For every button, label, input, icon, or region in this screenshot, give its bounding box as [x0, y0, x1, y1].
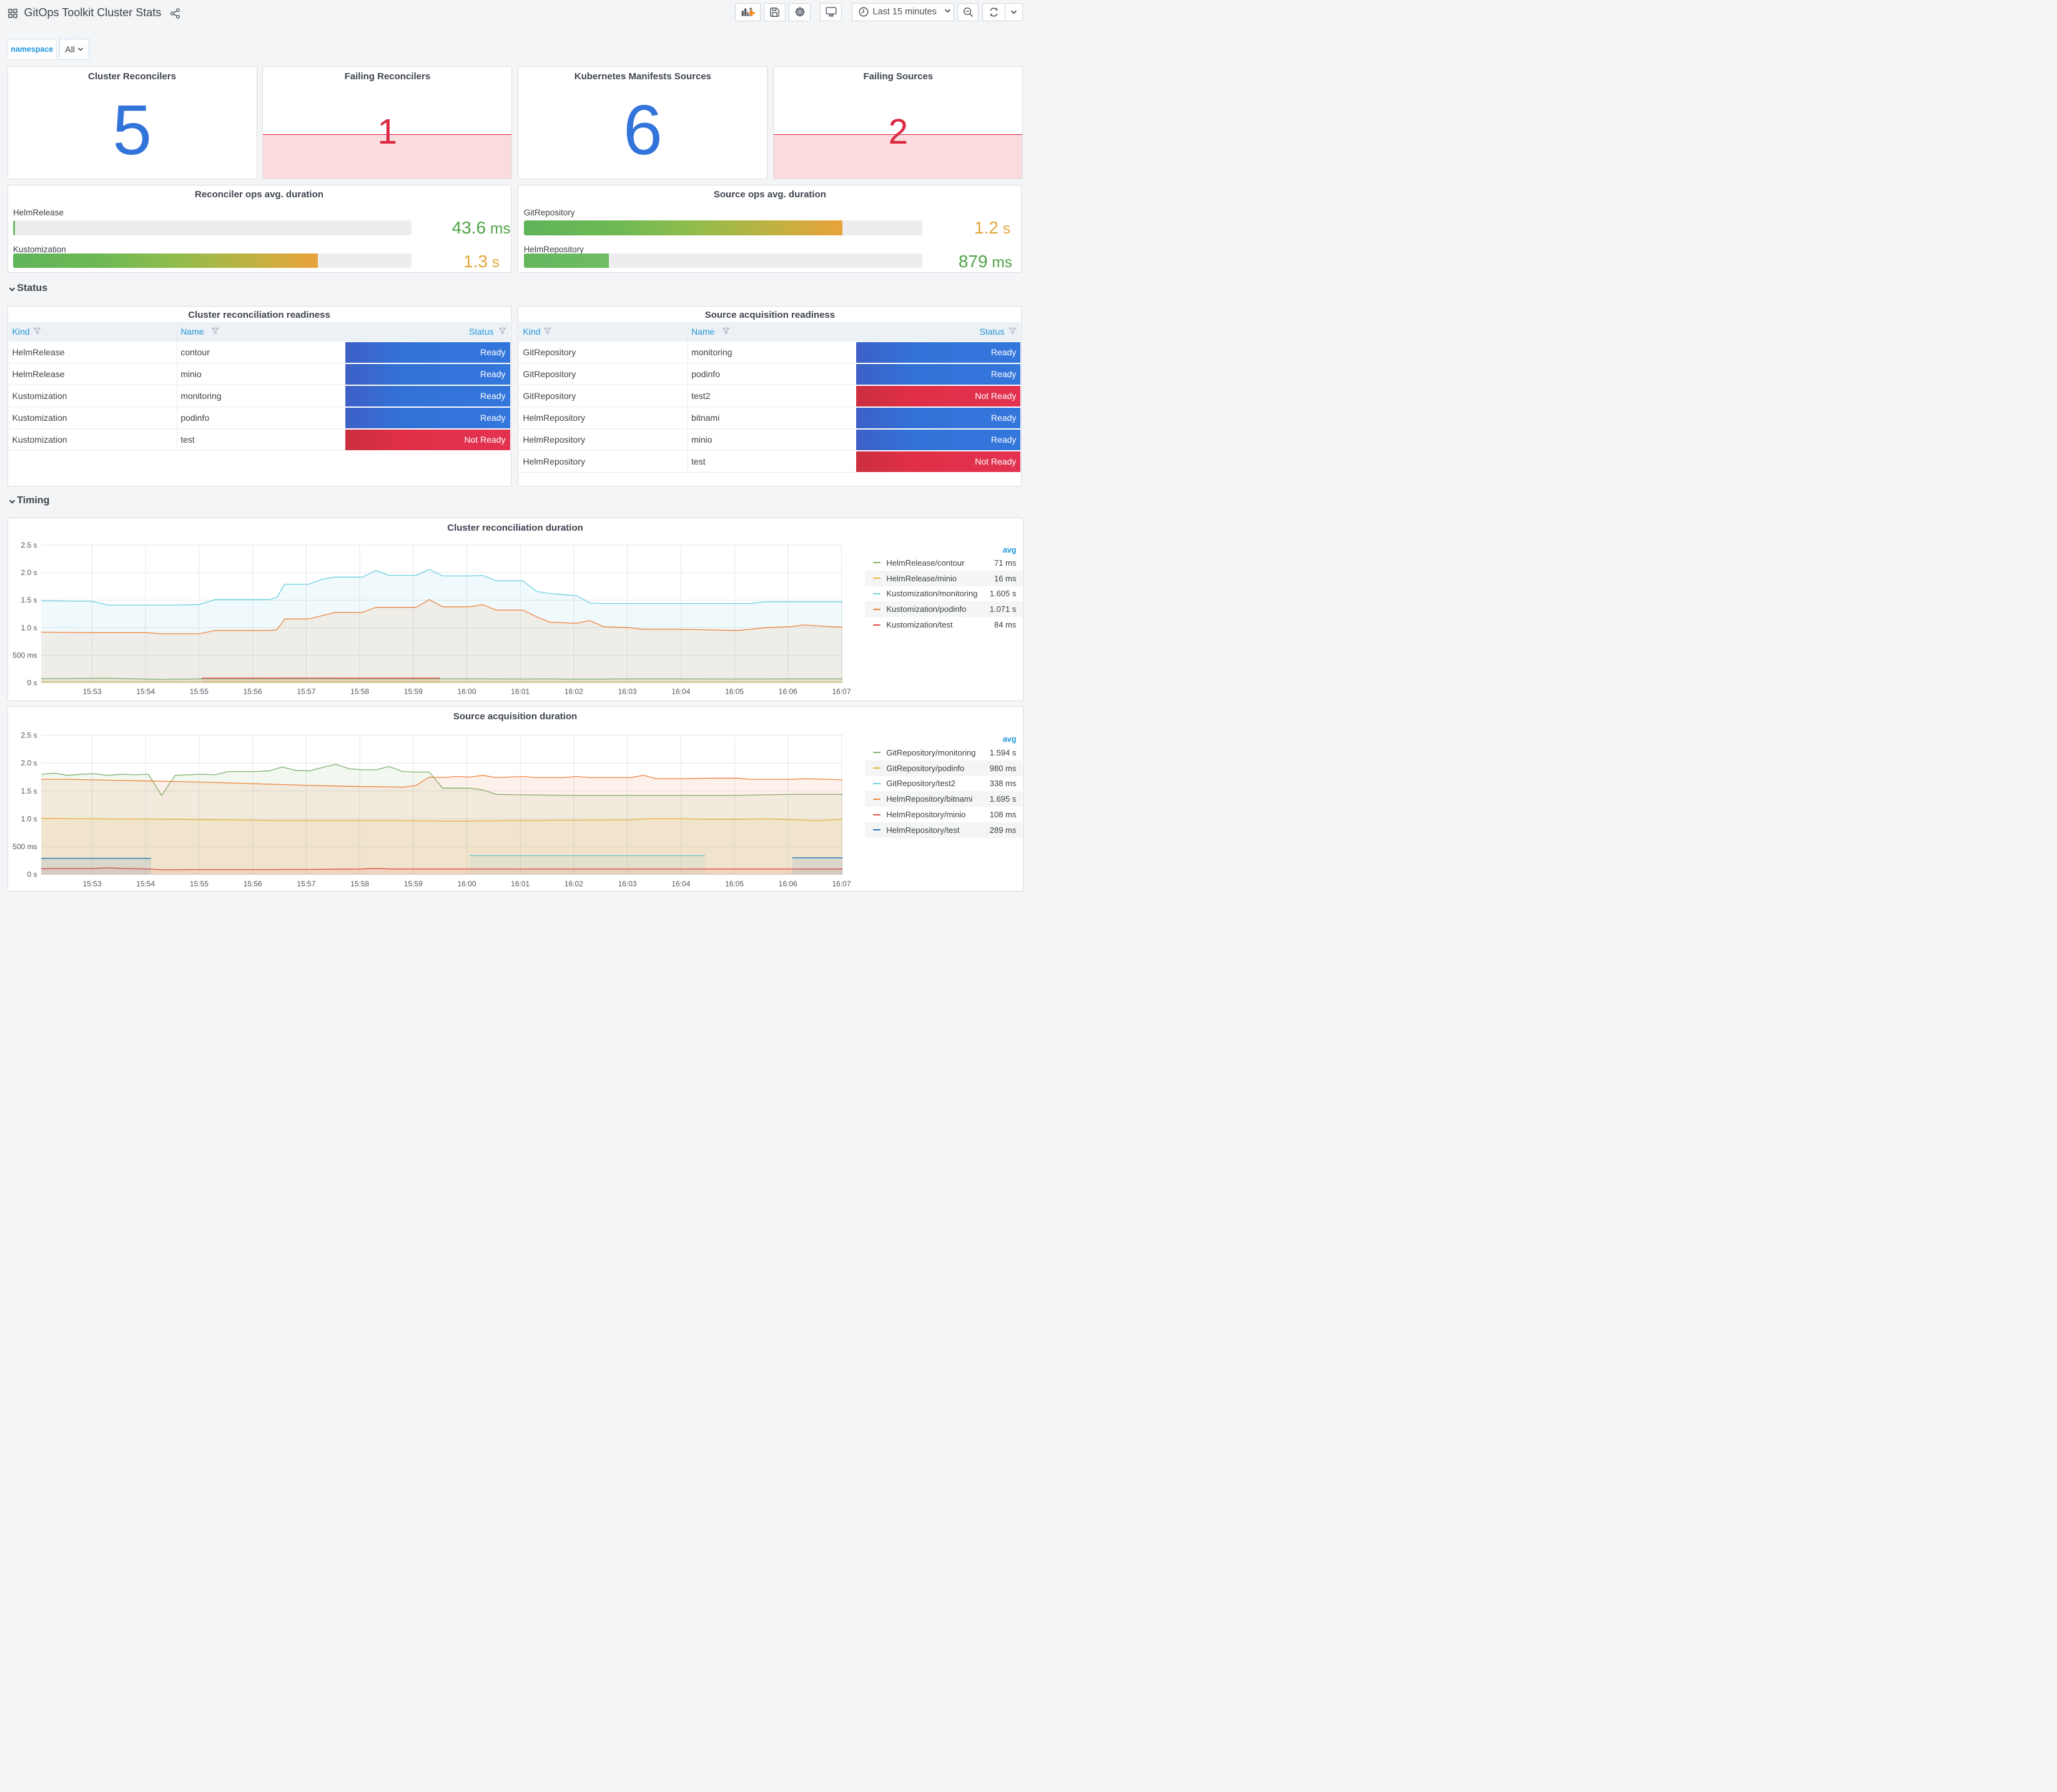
svg-text:16:00: 16:00 [457, 880, 476, 889]
svg-text:16:06: 16:06 [778, 880, 797, 889]
svg-text:16:05: 16:05 [725, 687, 744, 696]
svg-text:16:01: 16:01 [511, 880, 530, 889]
svg-text:15:54: 15:54 [136, 687, 155, 696]
svg-text:16:06: 16:06 [778, 687, 797, 696]
svg-text:500 ms: 500 ms [12, 651, 37, 659]
svg-text:1.5 s: 1.5 s [21, 596, 37, 604]
svg-text:15:54: 15:54 [136, 880, 155, 889]
svg-text:1.5 s: 1.5 s [21, 787, 37, 795]
svg-text:2.0 s: 2.0 s [21, 568, 37, 577]
svg-text:15:55: 15:55 [189, 687, 208, 696]
svg-text:15:59: 15:59 [403, 687, 422, 696]
svg-text:16:03: 16:03 [618, 687, 636, 696]
svg-text:16:00: 16:00 [457, 687, 476, 696]
svg-text:2.5 s: 2.5 s [21, 541, 37, 549]
svg-text:16:05: 16:05 [725, 880, 744, 889]
svg-text:1.0 s: 1.0 s [21, 815, 37, 824]
svg-text:15:57: 15:57 [297, 880, 315, 889]
svg-text:0 s: 0 s [27, 870, 37, 879]
svg-text:2.0 s: 2.0 s [21, 759, 37, 768]
svg-text:16:03: 16:03 [618, 880, 636, 889]
svg-text:2.5 s: 2.5 s [21, 731, 37, 740]
svg-text:16:01: 16:01 [511, 687, 530, 696]
svg-text:16:07: 16:07 [832, 687, 851, 696]
svg-text:15:59: 15:59 [403, 880, 422, 889]
svg-text:15:58: 15:58 [350, 687, 369, 696]
svg-text:15:58: 15:58 [350, 880, 369, 889]
svg-text:0 s: 0 s [27, 679, 37, 687]
svg-text:15:55: 15:55 [189, 880, 208, 889]
svg-text:16:02: 16:02 [564, 687, 583, 696]
svg-text:16:04: 16:04 [671, 880, 690, 889]
svg-text:16:07: 16:07 [832, 880, 851, 889]
svg-text:15:53: 15:53 [82, 880, 101, 889]
svg-text:16:02: 16:02 [564, 880, 583, 889]
svg-text:15:56: 15:56 [243, 687, 262, 696]
svg-text:15:57: 15:57 [297, 687, 315, 696]
svg-text:1.0 s: 1.0 s [21, 623, 37, 632]
svg-text:500 ms: 500 ms [12, 842, 37, 851]
svg-text:15:56: 15:56 [243, 880, 262, 889]
svg-text:16:04: 16:04 [671, 687, 690, 696]
svg-text:15:53: 15:53 [82, 687, 101, 696]
